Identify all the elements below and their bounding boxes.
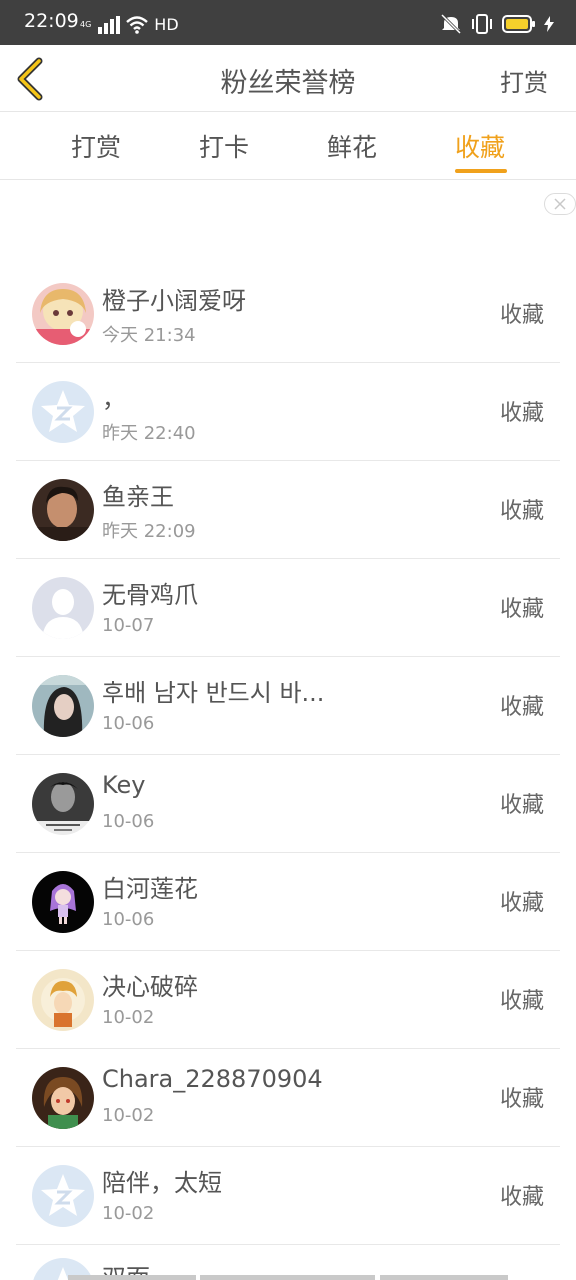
fan-action: 收藏 xyxy=(499,891,544,916)
fan-time: 昨天 22:09 xyxy=(102,521,196,542)
fan-time: 10-06 xyxy=(102,713,155,734)
photo-avatar-icon xyxy=(32,773,94,835)
fan-name: 후배 남자 반드시 바... xyxy=(102,679,325,707)
fan-name: 无骨鸡爪 xyxy=(102,581,198,609)
fan-name: 橙子小阔爱呀 xyxy=(102,287,246,315)
tab-favorites[interactable]: 收藏 xyxy=(435,128,525,164)
avatar[interactable] xyxy=(32,577,94,639)
avatar[interactable] xyxy=(32,1067,94,1129)
mute-vibrate-icon xyxy=(440,14,462,34)
battery-icon xyxy=(502,15,535,33)
avatar[interactable] xyxy=(32,1165,94,1227)
status-right-icons xyxy=(440,14,554,34)
fan-action: 收藏 xyxy=(499,597,544,622)
fan-time: 10-06 xyxy=(102,811,155,832)
list-item[interactable]: 白河莲花 10-06 收藏 xyxy=(16,853,560,951)
fan-name: 白河莲花 xyxy=(102,875,198,903)
fan-time: 今天 21:34 xyxy=(102,325,196,346)
vibrate-icon xyxy=(472,14,492,34)
list-item[interactable]: Chara_228870904 10-02 收藏 xyxy=(16,1049,560,1147)
avatar[interactable] xyxy=(32,479,94,541)
avatar[interactable] xyxy=(32,675,94,737)
fan-time: 10-02 xyxy=(102,1203,155,1224)
avatar[interactable] xyxy=(32,773,94,835)
fan-action: 收藏 xyxy=(499,1185,544,1210)
list-item[interactable]: 决心破碎 10-02 收藏 xyxy=(16,951,560,1049)
avatar[interactable] xyxy=(32,381,94,443)
fan-time: 昨天 22:40 xyxy=(102,423,196,444)
header: 粉丝荣誉榜 打赏 xyxy=(0,45,576,112)
default-star-avatar-icon xyxy=(32,381,94,443)
fan-time: 10-06 xyxy=(102,909,155,930)
bottom-bar-hint xyxy=(0,1275,576,1280)
tab-bar: 打赏 打卡 鲜花 收藏 xyxy=(0,112,576,180)
anime-avatar-icon xyxy=(32,1067,94,1129)
hd-label: HD xyxy=(154,15,179,34)
fan-time: 10-02 xyxy=(102,1007,155,1028)
list-item[interactable]: ， 昨天 22:40 收藏 xyxy=(16,363,560,461)
fan-time: 10-02 xyxy=(102,1105,155,1126)
default-person-avatar-icon xyxy=(32,577,94,639)
list-item[interactable]: 橙子小阔爱呀 今天 21:34 收藏 xyxy=(16,265,560,363)
status-left-icons: 4G HD xyxy=(80,15,179,34)
fan-action: 收藏 xyxy=(499,695,544,720)
anime-avatar-icon xyxy=(32,969,94,1031)
avatar[interactable] xyxy=(32,969,94,1031)
photo-avatar-icon xyxy=(32,479,94,541)
status-bar: 22:09 4G HD xyxy=(0,0,576,45)
default-star-avatar-icon xyxy=(32,1165,94,1227)
photo-avatar-icon xyxy=(32,675,94,737)
fan-action: 收藏 xyxy=(499,793,544,818)
avatar[interactable] xyxy=(32,871,94,933)
list-item[interactable]: 鱼亲王 昨天 22:09 收藏 xyxy=(16,461,560,559)
tab-checkin[interactable]: 打卡 xyxy=(179,128,269,164)
anime-avatar-icon xyxy=(32,871,94,933)
list-item[interactable]: 후배 남자 반드시 바... 10-06 收藏 xyxy=(16,657,560,755)
fan-action: 收藏 xyxy=(499,303,544,328)
fan-name: Chara_228870904 xyxy=(102,1065,323,1093)
charging-icon xyxy=(544,16,554,32)
avatar[interactable] xyxy=(32,283,94,345)
signal-icon xyxy=(98,15,121,34)
fan-action: 收藏 xyxy=(499,499,544,524)
list-item[interactable]: 陪伴，太短 10-02 收藏 xyxy=(16,1147,560,1245)
close-icon xyxy=(554,198,566,210)
tab-active-indicator xyxy=(455,169,507,173)
fan-action: 收藏 xyxy=(499,401,544,426)
fan-name: ， xyxy=(102,385,126,413)
anime-girl-avatar-icon xyxy=(32,283,94,345)
wifi-icon xyxy=(126,15,149,34)
tab-flowers[interactable]: 鲜花 xyxy=(307,128,397,164)
network-label: 4G xyxy=(80,19,92,29)
reward-button[interactable]: 打赏 xyxy=(500,63,548,98)
tab-reward[interactable]: 打赏 xyxy=(51,128,141,164)
fan-name: 决心破碎 xyxy=(102,973,198,1001)
fan-action: 收藏 xyxy=(499,1087,544,1112)
status-time: 22:09 xyxy=(24,10,79,32)
list-item[interactable]: Key 10-06 收藏 xyxy=(16,755,560,853)
fan-name: 陪伴，太短 xyxy=(102,1169,222,1197)
fan-name: Key xyxy=(102,771,146,799)
fan-name: 鱼亲王 xyxy=(102,483,174,511)
fan-time: 10-07 xyxy=(102,615,155,636)
ad-close-button[interactable] xyxy=(544,193,576,215)
page-title: 粉丝荣誉榜 xyxy=(220,68,356,99)
list-item[interactable]: 无骨鸡爪 10-07 收藏 xyxy=(16,559,560,657)
fan-action: 收藏 xyxy=(499,989,544,1014)
